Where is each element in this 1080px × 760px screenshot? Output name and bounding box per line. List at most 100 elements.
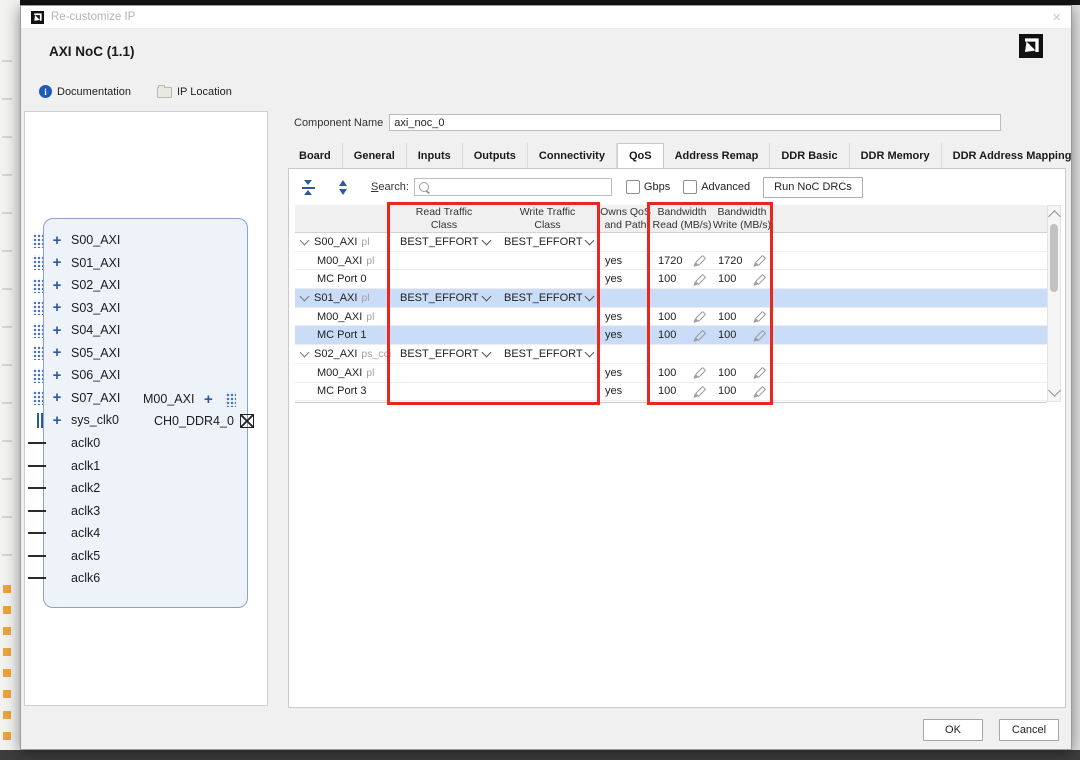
search-input[interactable] [433, 180, 607, 194]
table-row-mc-port-3[interactable]: MC Port 3yes100100 [295, 383, 1047, 402]
collapse-all-icon[interactable] [301, 180, 316, 195]
scroll-up-icon[interactable] [1048, 210, 1061, 223]
bandwidth-cell[interactable]: 100 [652, 308, 712, 326]
port-s01_axi[interactable]: S01_AXI [27, 252, 120, 274]
port-s06_axi[interactable]: S06_AXI [27, 364, 120, 386]
port-aclk1[interactable]: aclk1 [27, 455, 100, 477]
port-s07_axi[interactable]: S07_AXI [27, 387, 120, 409]
port-aclk2[interactable]: aclk2 [27, 477, 100, 499]
traffic-class-dropdown[interactable]: BEST_EFFORT [392, 345, 496, 363]
component-name-input[interactable] [389, 114, 1001, 131]
port-aclk4[interactable]: aclk4 [27, 522, 100, 544]
plus-icon[interactable] [50, 278, 64, 293]
table-row-s00_axi[interactable]: S00_AXIplBEST_EFFORTBEST_EFFORT [295, 233, 1047, 252]
port-m00-axi[interactable]: M00_AXI [143, 388, 236, 410]
gbps-checkbox[interactable]: Gbps [626, 180, 670, 194]
search-box[interactable] [414, 178, 612, 196]
column-header[interactable]: Read TrafficClass [392, 206, 496, 230]
tab-ddr-memory[interactable]: DDR Memory [850, 143, 942, 168]
edit-pencil-icon[interactable] [755, 311, 766, 322]
close-icon[interactable]: × [1052, 10, 1061, 25]
bandwidth-cell[interactable]: 100 [712, 270, 772, 288]
port-s02_axi[interactable]: S02_AXI [27, 274, 120, 296]
scrollbar-thumb[interactable] [1050, 224, 1058, 292]
table-row-mc-port-1[interactable]: MC Port 1yes100100 [295, 326, 1047, 345]
table-row-s02_axi[interactable]: S02_AXIps_cciBEST_EFFORTBEST_EFFORT [295, 345, 1047, 364]
port-sys_clk0[interactable]: sys_clk0 [27, 409, 119, 431]
bandwidth-cell[interactable]: 100 [652, 270, 712, 288]
run-noc-drcs-button[interactable]: Run NoC DRCs [763, 177, 863, 198]
tab-qos[interactable]: QoS [617, 143, 664, 168]
bandwidth-cell[interactable]: 1720 [712, 252, 772, 270]
chevron-down-icon[interactable] [300, 235, 310, 245]
chevron-down-icon[interactable] [300, 348, 310, 358]
bandwidth-cell[interactable]: 1720 [652, 252, 712, 270]
traffic-class-dropdown[interactable]: BEST_EFFORT [496, 401, 599, 403]
port-aclk0[interactable]: aclk0 [27, 432, 100, 454]
port-aclk3[interactable]: aclk3 [27, 500, 100, 522]
advanced-checkbox[interactable]: Advanced [683, 180, 750, 194]
bandwidth-cell[interactable]: 100 [712, 308, 772, 326]
plus-icon[interactable] [50, 255, 64, 270]
traffic-class-dropdown[interactable]: BEST_EFFORT [392, 289, 496, 307]
column-header[interactable]: Write TrafficClass [496, 206, 599, 230]
plus-icon[interactable] [201, 392, 215, 407]
traffic-class-dropdown[interactable]: BEST_EFFORT [496, 345, 599, 363]
tab-ddr-address-mapping[interactable]: DDR Address Mapping [942, 143, 1080, 168]
bandwidth-cell[interactable]: 100 [712, 326, 772, 344]
edit-pencil-icon[interactable] [755, 255, 766, 266]
plus-icon[interactable] [50, 233, 64, 248]
scroll-down-icon[interactable] [1048, 384, 1061, 397]
table-row-mc-port-0[interactable]: MC Port 0yes100100 [295, 270, 1047, 289]
traffic-class-dropdown[interactable]: BEST_EFFORT [392, 233, 496, 251]
column-header[interactable]: BandwidthWrite (MB/s) [712, 206, 772, 230]
column-header[interactable]: BandwidthRead (MB/s) [652, 206, 712, 230]
port-s04_axi[interactable]: S04_AXI [27, 319, 120, 341]
plus-icon[interactable] [50, 413, 64, 428]
port-ch0-ddr4[interactable]: CH0_DDR4_0 [154, 410, 254, 432]
table-row-m00_axi[interactable]: M00_AXIplyes17201720 [295, 252, 1047, 271]
ok-button[interactable]: OK [923, 719, 983, 741]
tab-board[interactable]: Board [288, 143, 343, 168]
tab-outputs[interactable]: Outputs [463, 143, 528, 168]
edit-pencil-icon[interactable] [695, 255, 706, 266]
cancel-button[interactable]: Cancel [999, 719, 1059, 741]
checkbox-icon[interactable] [683, 180, 697, 194]
port-s05_axi[interactable]: S05_AXI [27, 342, 120, 364]
port-aclk6[interactable]: aclk6 [27, 567, 100, 589]
chevron-down-icon[interactable] [300, 291, 310, 301]
plus-icon[interactable] [50, 300, 64, 315]
ip-location-link[interactable]: IP Location [157, 85, 232, 98]
traffic-class-dropdown[interactable]: BEST_EFFORT [496, 233, 599, 251]
port-s00_axi[interactable]: S00_AXI [27, 229, 120, 251]
tab-address-remap[interactable]: Address Remap [664, 143, 771, 168]
tab-ddr-basic[interactable]: DDR Basic [770, 143, 849, 168]
plus-icon[interactable] [50, 390, 64, 405]
bandwidth-cell[interactable]: 100 [652, 364, 712, 382]
edit-pencil-icon[interactable] [755, 274, 766, 285]
traffic-class-dropdown[interactable]: BEST_EFFORT [496, 289, 599, 307]
table-row-s03_axi[interactable]: S03_AXIps_cciBEST_EFFORTBEST_EFFORT [295, 401, 1047, 403]
bandwidth-cell[interactable]: 100 [712, 383, 772, 401]
bandwidth-cell[interactable]: 100 [712, 364, 772, 382]
tab-connectivity[interactable]: Connectivity [528, 143, 617, 168]
port-aclk5[interactable]: aclk5 [27, 545, 100, 567]
tab-general[interactable]: General [343, 143, 407, 168]
plus-icon[interactable] [50, 323, 64, 338]
table-row-s01_axi[interactable]: S01_AXIplBEST_EFFORTBEST_EFFORT [295, 289, 1047, 308]
edit-pencil-icon[interactable] [695, 330, 706, 341]
traffic-class-dropdown[interactable]: BEST_EFFORT [392, 401, 496, 403]
table-vertical-scrollbar[interactable] [1047, 205, 1061, 402]
edit-pencil-icon[interactable] [695, 311, 706, 322]
edit-pencil-icon[interactable] [755, 330, 766, 341]
plus-icon[interactable] [50, 368, 64, 383]
expand-all-icon[interactable] [336, 180, 351, 195]
port-s03_axi[interactable]: S03_AXI [27, 297, 120, 319]
table-row-m00_axi[interactable]: M00_AXIplyes100100 [295, 364, 1047, 383]
plus-icon[interactable] [50, 345, 64, 360]
edit-pencil-icon[interactable] [755, 367, 766, 378]
column-header[interactable]: Owns QoSand Path [599, 206, 652, 230]
tab-inputs[interactable]: Inputs [407, 143, 463, 168]
checkbox-icon[interactable] [626, 180, 640, 194]
documentation-link[interactable]: i Documentation [39, 85, 131, 98]
